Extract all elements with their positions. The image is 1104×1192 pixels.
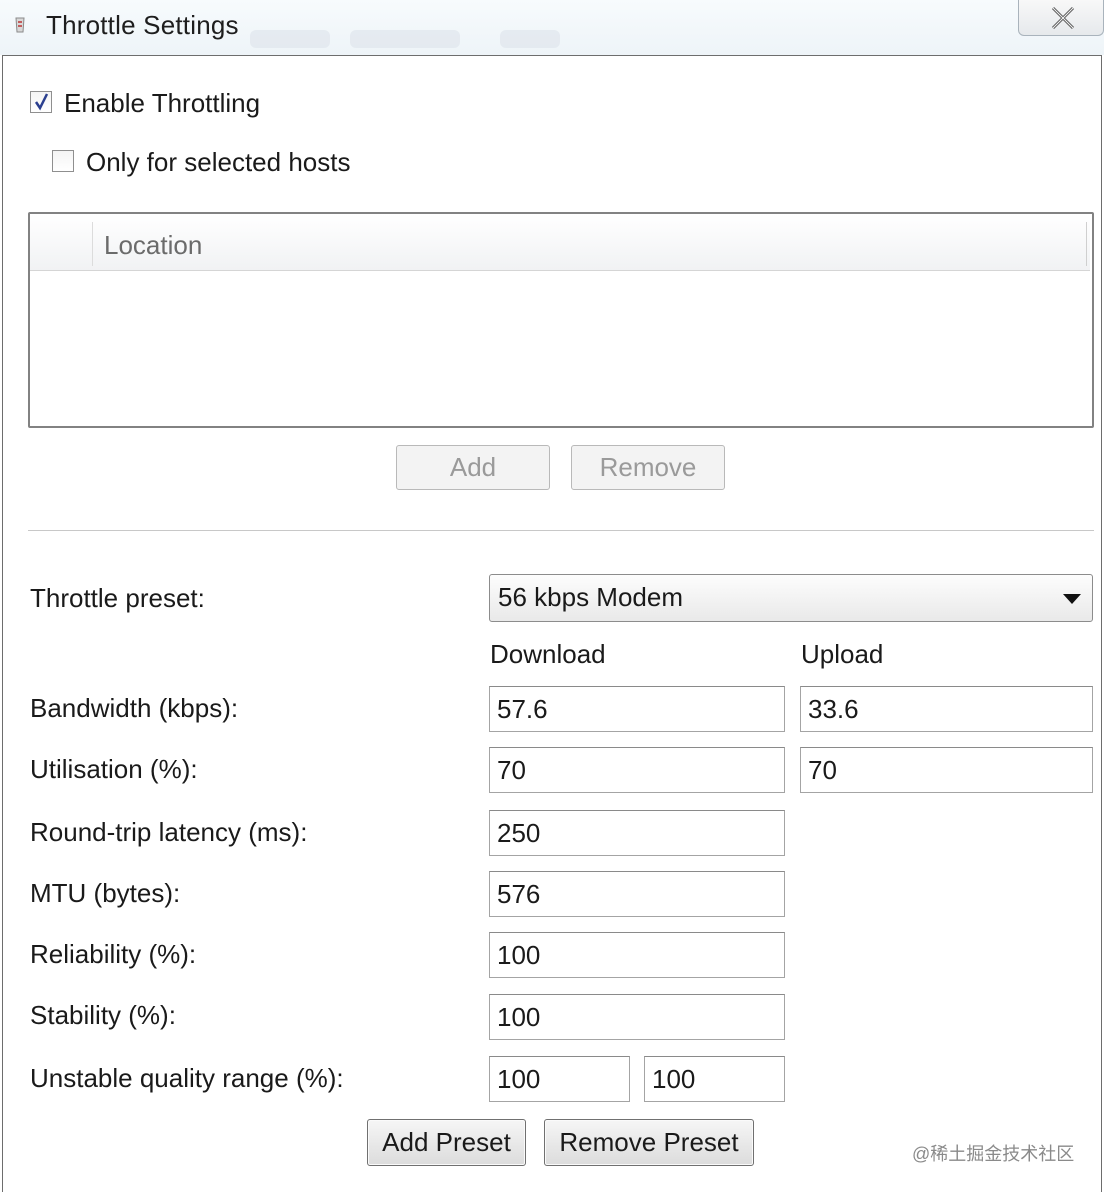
bandwidth-upload-input[interactable]: 33.6 (800, 686, 1093, 732)
latency-input[interactable]: 250 (489, 810, 785, 856)
upload-column-label: Upload (801, 639, 884, 669)
bandwidth-label: Bandwidth (kbps): (30, 693, 239, 723)
download-column-label: Download (490, 639, 606, 669)
reliability-label: Reliability (%): (30, 939, 197, 969)
mtu-input[interactable]: 576 (489, 871, 785, 917)
mtu-label: MTU (bytes): (30, 878, 181, 908)
location-column-header[interactable]: Location (104, 230, 202, 261)
only-selected-hosts-checkbox[interactable] (52, 150, 74, 172)
stability-label: Stability (%): (30, 1000, 176, 1030)
utilisation-upload-input[interactable]: 70 (800, 747, 1093, 793)
unstable-range-max-input[interactable]: 100 (644, 1056, 785, 1102)
column-separator (92, 222, 93, 266)
bandwidth-download-input[interactable]: 57.6 (489, 686, 785, 732)
throttle-preset-label: Throttle preset: (30, 583, 205, 613)
title-bar: Throttle Settings (0, 0, 1104, 55)
background-blur (350, 30, 460, 48)
latency-label: Round-trip latency (ms): (30, 817, 308, 847)
remove-host-button[interactable]: Remove (571, 445, 725, 490)
stability-input[interactable]: 100 (489, 994, 785, 1040)
add-preset-button[interactable]: Add Preset (367, 1119, 526, 1166)
background-blur (250, 30, 330, 48)
hosts-list[interactable]: Location (28, 212, 1094, 428)
utilisation-label: Utilisation (%): (30, 754, 198, 784)
enable-throttling-label[interactable]: Enable Throttling (64, 88, 260, 119)
unstable-quality-range-label: Unstable quality range (%): (30, 1063, 344, 1093)
enable-throttling-checkbox[interactable] (30, 91, 52, 113)
watermark: @稀土掘金技术社区 (912, 1144, 1075, 1164)
unstable-range-min-input[interactable]: 100 (489, 1056, 630, 1102)
background-blur (500, 30, 560, 48)
list-header: Location (30, 214, 1090, 271)
reliability-input[interactable]: 100 (489, 932, 785, 978)
add-host-button[interactable]: Add (396, 445, 550, 490)
column-separator (1086, 222, 1087, 266)
dropdown-arrow-icon (1063, 594, 1081, 604)
selected-preset: 56 kbps Modem (498, 582, 683, 612)
window-title: Throttle Settings (46, 10, 239, 40)
remove-preset-button[interactable]: Remove Preset (544, 1119, 754, 1166)
fiddler-app-icon (15, 17, 25, 33)
utilisation-download-input[interactable]: 70 (489, 747, 785, 793)
close-icon (1051, 6, 1075, 30)
throttle-preset-dropdown[interactable]: 56 kbps Modem (489, 574, 1093, 622)
divider (28, 530, 1094, 531)
only-selected-hosts-label[interactable]: Only for selected hosts (86, 147, 350, 178)
checkmark-icon (34, 93, 49, 111)
close-button[interactable] (1018, 0, 1104, 36)
